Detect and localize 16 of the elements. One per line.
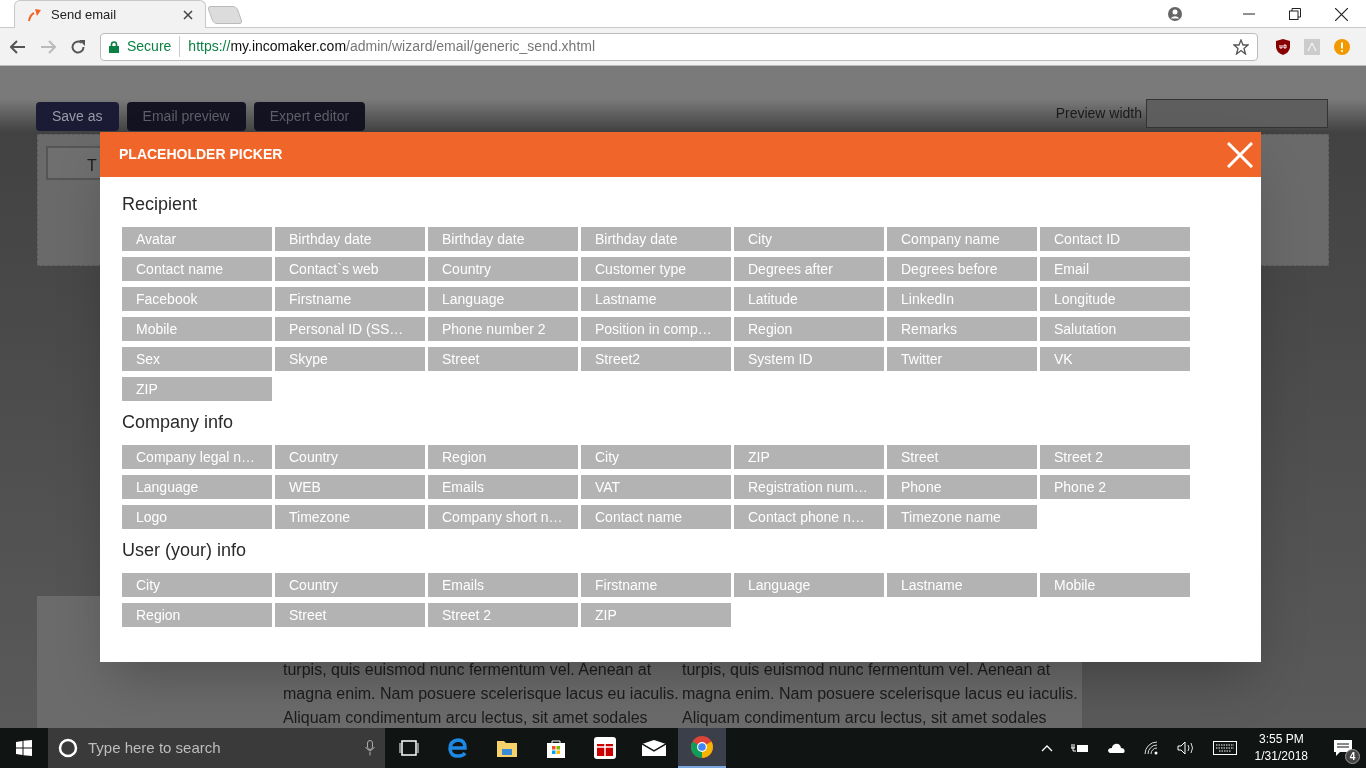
preview-width-label: Preview width — [1055, 104, 1142, 123]
body-text-line: Aliquam condimentum arcu lectus, sit amet sodales — [682, 708, 1048, 728]
section-heading: Company info — [122, 411, 235, 433]
url-text: https://my.incomaker.com/admin/wizard/email/generic_send.xhtml — [188, 37, 597, 56]
notification-badge: 4 — [1345, 749, 1360, 764]
search-placeholder: Type here to search — [88, 737, 222, 758]
body-text-line: Aliquam condimentum arcu lectus, sit amet sodales — [283, 708, 649, 728]
body-text-line: turpis, quis euismod nunc fermentum vel. Aenean at — [283, 660, 653, 680]
section-heading: User (your) info — [122, 539, 248, 561]
secure-label: Secure — [127, 36, 181, 57]
section-heading: Recipient — [122, 193, 199, 215]
body-text-line: magna enim. Nam posuere scelerisque lacus eu iaculis. — [682, 684, 1079, 704]
body-text-line: magna enim. Nam posuere scelerisque lacus eu iaculis. — [283, 684, 680, 704]
modal-title: PLACEHOLDER PICKER — [119, 145, 284, 164]
body-text-line: turpis, quis euismod nunc fermentum vel. Aenean at — [682, 660, 1052, 680]
tab-title: Send email — [51, 5, 118, 24]
